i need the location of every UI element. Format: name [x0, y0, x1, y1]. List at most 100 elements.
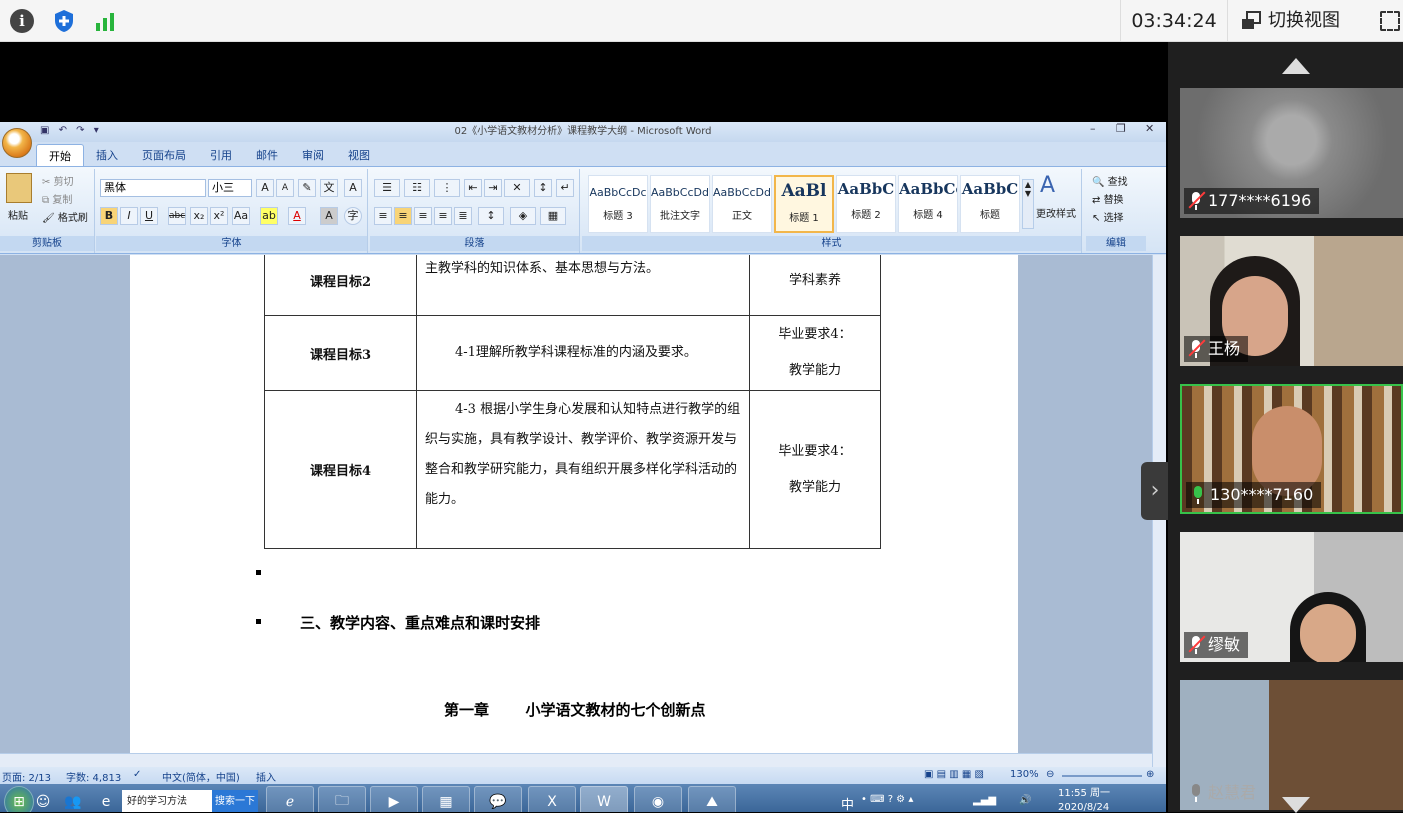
- cut-button[interactable]: ✂ 剪切: [42, 173, 74, 188]
- meeting-app-icon[interactable]: ⛰: [688, 786, 736, 812]
- char-border-icon[interactable]: A: [344, 179, 362, 197]
- style-title[interactable]: AaBbC 标题: [960, 175, 1020, 233]
- tab-view[interactable]: 视图: [336, 144, 382, 166]
- word-count[interactable]: 字数: 4,813: [66, 769, 121, 784]
- word-icon[interactable]: W: [580, 786, 628, 812]
- close-icon[interactable]: ✕: [1145, 122, 1154, 135]
- find-button[interactable]: 🔍 查找: [1092, 173, 1128, 188]
- insert-mode[interactable]: 插入: [256, 769, 276, 784]
- superscript-icon[interactable]: x²: [210, 207, 228, 225]
- distribute-icon[interactable]: ≣: [454, 207, 472, 225]
- paste-icon[interactable]: [6, 173, 32, 203]
- select-button[interactable]: ↖ 选择: [1092, 209, 1124, 224]
- paste-button[interactable]: 粘贴: [8, 207, 28, 222]
- numbering-icon[interactable]: ☷: [404, 179, 430, 197]
- styles-scroll-icon[interactable]: ▲ ▼: [1022, 179, 1034, 229]
- style-heading1[interactable]: AaBl 标题 1: [774, 175, 834, 233]
- network-signal-icon[interactable]: [93, 9, 117, 33]
- zoom-level[interactable]: 130%: [1010, 769, 1039, 780]
- sort-icon[interactable]: ↕: [534, 179, 552, 197]
- ie-icon[interactable]: ℯ: [266, 786, 314, 812]
- style-heading4[interactable]: AaBbCc标题 4: [898, 175, 958, 233]
- zoom-in-icon[interactable]: ⊕: [1146, 769, 1154, 780]
- people-icon[interactable]: 👥: [58, 786, 88, 812]
- view-buttons[interactable]: ▣ ▤ ▥ ▦ ▧: [924, 769, 984, 780]
- scroll-up-icon[interactable]: [1282, 58, 1310, 74]
- browser-icon[interactable]: ◉: [634, 786, 682, 812]
- bold-icon[interactable]: B: [100, 207, 118, 225]
- style-comment-text[interactable]: AaBbCcDd 批注文字: [650, 175, 710, 233]
- line-spacing-icon[interactable]: ↕: [478, 207, 504, 225]
- switch-view-button[interactable]: 切换视图: [1240, 0, 1340, 42]
- style-normal[interactable]: AaBbCcDd 正文: [712, 175, 772, 233]
- highlight-icon[interactable]: ab: [260, 207, 278, 225]
- search-button[interactable]: 搜索一下: [212, 790, 258, 812]
- phonetic-guide-icon[interactable]: 文: [320, 179, 338, 197]
- page-count[interactable]: 页面: 2/13: [2, 769, 51, 784]
- zoom-out-icon[interactable]: ⊖: [1046, 769, 1054, 780]
- zoom-slider[interactable]: [1062, 775, 1142, 777]
- underline-icon[interactable]: U: [140, 207, 158, 225]
- participant-tile[interactable]: 130****7160: [1180, 384, 1403, 514]
- taskbar-clock[interactable]: 11:55 周一 2020/8/24: [1058, 787, 1110, 812]
- office-button[interactable]: [2, 128, 32, 158]
- char-shading-icon[interactable]: A: [320, 207, 338, 225]
- tab-home[interactable]: 开始: [36, 144, 84, 166]
- change-styles-button[interactable]: 更改样式: [1036, 205, 1076, 220]
- font-size-select[interactable]: 小三: [208, 179, 252, 197]
- multilevel-list-icon[interactable]: ⋮: [434, 179, 460, 197]
- strikethrough-icon[interactable]: abc: [168, 207, 186, 225]
- app-icon[interactable]: ▦: [422, 786, 470, 812]
- folder-icon[interactable]: 🗀: [318, 786, 366, 812]
- tray-icons[interactable]: • ⌨ ? ⚙ ▴: [861, 794, 913, 805]
- volume-icon[interactable]: 🔊: [1019, 795, 1031, 806]
- tab-review[interactable]: 审阅: [290, 144, 336, 166]
- font-name-select[interactable]: 黑体: [100, 179, 206, 197]
- shading-icon[interactable]: ◈: [510, 207, 536, 225]
- grow-font-icon[interactable]: A: [256, 179, 274, 197]
- qq-icon[interactable]: ☺: [30, 786, 56, 812]
- wechat-icon[interactable]: 💬: [474, 786, 522, 812]
- change-case-icon[interactable]: Aa: [232, 207, 250, 225]
- minimize-icon[interactable]: –: [1090, 122, 1096, 135]
- align-center-icon[interactable]: ≡: [394, 207, 412, 225]
- participant-tile[interactable]: 赵慧君: [1180, 680, 1403, 810]
- increase-indent-icon[interactable]: ⇥: [484, 179, 502, 197]
- participant-tile[interactable]: 王杨: [1180, 236, 1403, 366]
- ime-indicator[interactable]: 中: [841, 794, 854, 812]
- borders-icon[interactable]: ▦: [540, 207, 566, 225]
- scroll-down-icon[interactable]: [1282, 797, 1310, 813]
- tab-page-layout[interactable]: 页面布局: [130, 144, 198, 166]
- bullets-icon[interactable]: ☰: [374, 179, 400, 197]
- info-icon[interactable]: i: [10, 9, 34, 33]
- network-icon[interactable]: ▂▄▆: [973, 795, 996, 806]
- style-heading3[interactable]: AaBbCcDc 标题 3: [588, 175, 648, 233]
- tab-references[interactable]: 引用: [198, 144, 244, 166]
- tab-insert[interactable]: 插入: [84, 144, 130, 166]
- document-page[interactable]: 课程目标2 主教学科的知识体系、基本思想与方法。 学科素养 课程目标3 4-1理…: [130, 255, 1018, 767]
- horizontal-scrollbar[interactable]: [0, 753, 1152, 767]
- participant-tile[interactable]: 缪敏: [1180, 532, 1403, 662]
- show-marks-icon[interactable]: ↵: [556, 179, 574, 197]
- fullscreen-icon[interactable]: [1380, 11, 1400, 31]
- clear-format-icon[interactable]: ✎: [298, 179, 316, 197]
- collapse-sidebar-icon[interactable]: ›: [1141, 462, 1168, 520]
- replace-button[interactable]: ⇄ 替换: [1092, 191, 1124, 206]
- justify-icon[interactable]: ≡: [434, 207, 452, 225]
- format-painter-button[interactable]: 🖌 格式刷: [42, 209, 88, 224]
- shrink-font-icon[interactable]: A: [276, 179, 294, 197]
- media-player-icon[interactable]: ▶: [370, 786, 418, 812]
- language-status[interactable]: 中文(简体，中国): [162, 769, 240, 784]
- align-left-icon[interactable]: ≡: [374, 207, 392, 225]
- decrease-indent-icon[interactable]: ⇤: [464, 179, 482, 197]
- copy-button[interactable]: ⧉ 复制: [42, 191, 72, 206]
- style-heading2[interactable]: AaBbC 标题 2: [836, 175, 896, 233]
- font-color-icon[interactable]: A: [288, 207, 306, 225]
- participant-tile[interactable]: 177****6196: [1180, 88, 1403, 218]
- tab-mailings[interactable]: 邮件: [244, 144, 290, 166]
- subscript-icon[interactable]: x₂: [190, 207, 208, 225]
- proofing-icon[interactable]: ✓: [133, 769, 141, 780]
- align-right-icon[interactable]: ≡: [414, 207, 432, 225]
- ie-small-icon[interactable]: e: [92, 786, 120, 812]
- restore-icon[interactable]: ❐: [1116, 122, 1126, 135]
